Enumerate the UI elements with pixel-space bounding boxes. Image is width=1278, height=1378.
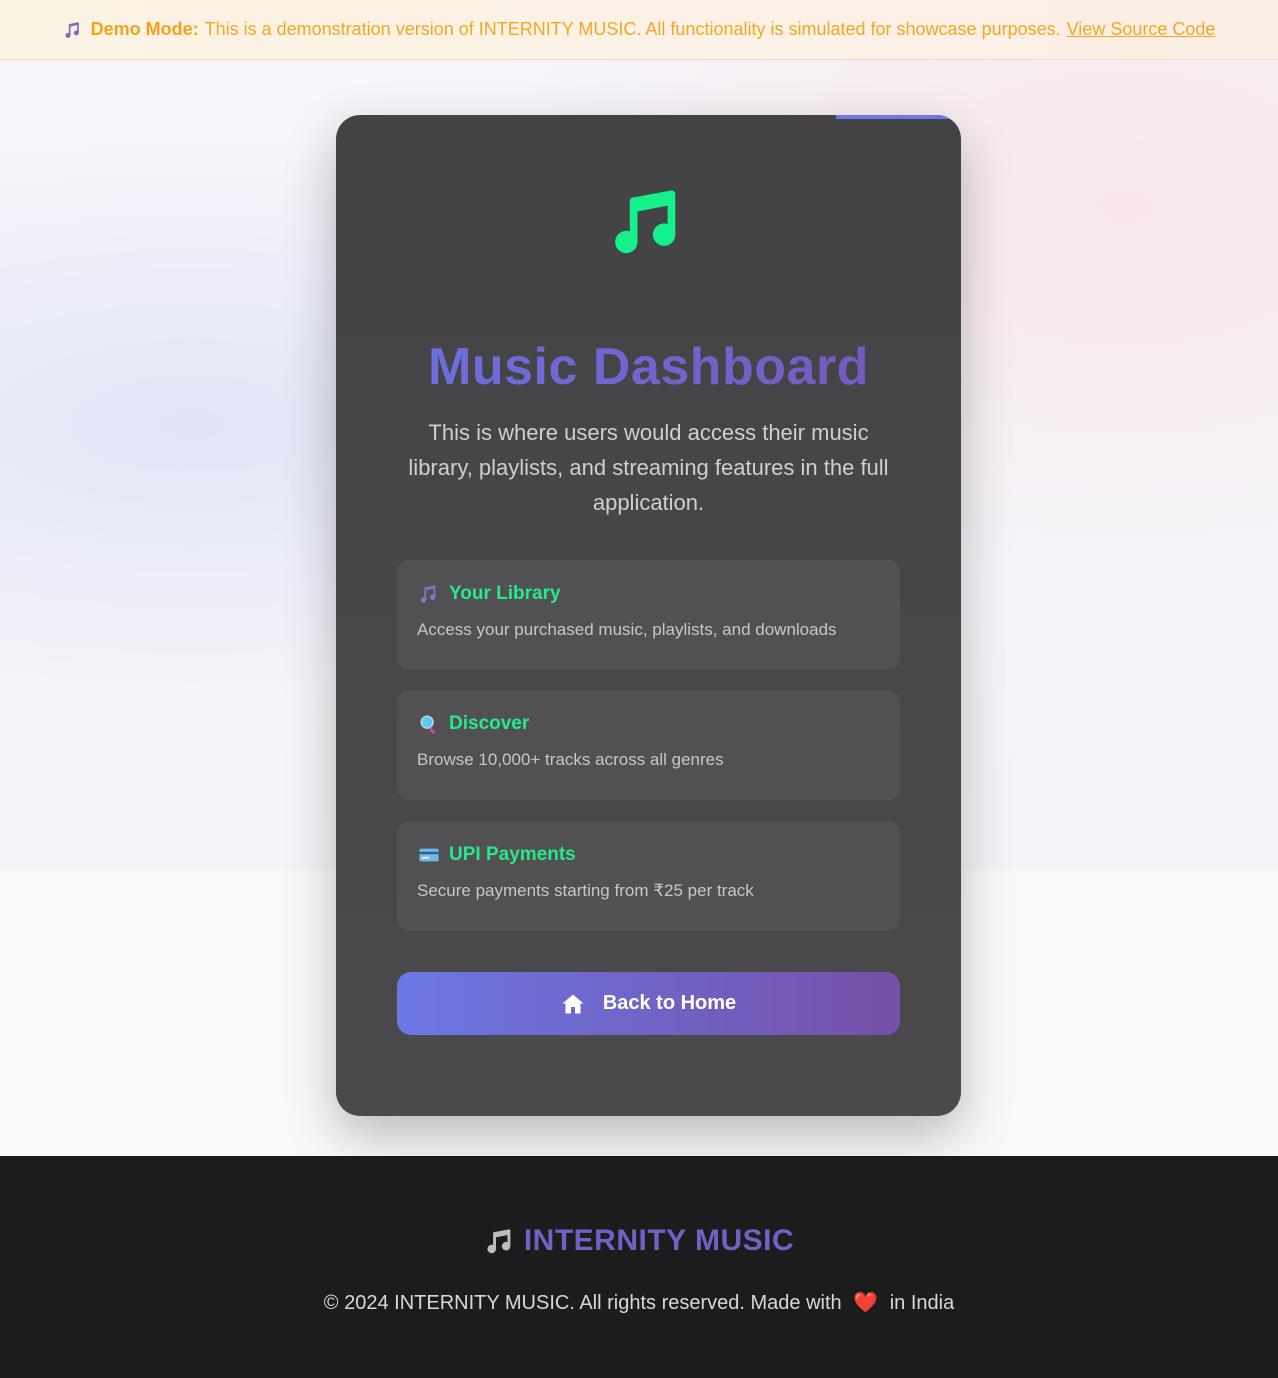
dashboard-card: Music Dashboard This is where users woul… xyxy=(336,115,961,1116)
heart-icon: ❤️ xyxy=(853,1292,879,1314)
demo-banner: Demo Mode: This is a demonstration versi… xyxy=(0,0,1278,60)
credit-card-icon xyxy=(417,843,441,867)
back-to-home-label: Back to Home xyxy=(602,992,737,1014)
feature-title: UPI Payments xyxy=(449,844,576,865)
page-title: Music Dashboard xyxy=(336,337,961,397)
home-icon xyxy=(561,992,585,1016)
feature-text: Access your purchased music, playlists, … xyxy=(417,620,837,639)
copyright-text: © 2024 INTERNITY MUSIC. All rights reser… xyxy=(323,1292,842,1314)
feature-title: Your Library xyxy=(449,583,561,604)
footer-copyright: © 2024 INTERNITY MUSIC. All rights reser… xyxy=(0,1290,1278,1315)
demo-mode-message: This is a demonstration version of INTER… xyxy=(204,19,1061,39)
music-note-icon xyxy=(606,179,690,263)
copyright-location: in India xyxy=(889,1292,955,1314)
feature-payments: UPI Payments Secure payments starting fr… xyxy=(397,821,900,931)
card-accent-bar xyxy=(836,115,961,119)
music-note-icon xyxy=(417,582,441,606)
magnifier-icon xyxy=(417,712,441,736)
feature-library: Your Library Access your purchased music… xyxy=(397,560,900,670)
view-source-link[interactable]: View Source Code xyxy=(1067,19,1216,40)
page-description: This is where users would access their m… xyxy=(408,420,889,515)
feature-text: Browse 10,000+ tracks across all genres xyxy=(417,750,724,769)
feature-discover: Discover Browse 10,000+ tracks across al… xyxy=(397,690,900,800)
music-note-icon xyxy=(63,20,83,40)
footer-brand-name: INTERNITY MUSIC xyxy=(523,1224,795,1257)
footer-brand: INTERNITY MUSIC xyxy=(0,1224,1278,1258)
feature-text: Secure payments starting from ₹25 per tr… xyxy=(417,881,754,900)
footer: INTERNITY MUSIC © 2024 INTERNITY MUSIC. … xyxy=(0,1156,1278,1378)
music-note-icon xyxy=(484,1225,516,1257)
back-to-home-button[interactable]: Back to Home xyxy=(397,972,900,1035)
feature-title: Discover xyxy=(449,713,530,734)
demo-mode-label: Demo Mode: xyxy=(90,19,199,39)
